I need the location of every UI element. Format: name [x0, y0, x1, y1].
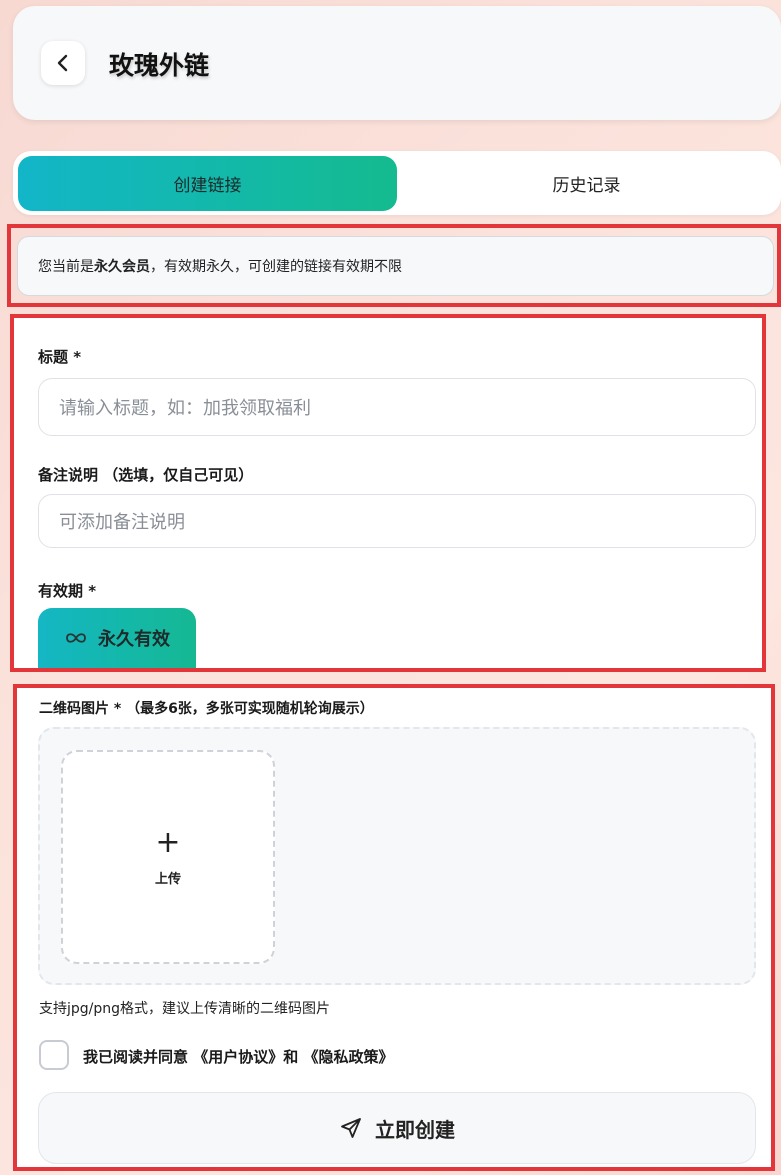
tab-bar: 创建链接 历史记录 [13, 151, 781, 215]
tab-create-link[interactable]: 创建链接 [18, 156, 397, 211]
validity-option-label: 永久有效 [98, 629, 170, 650]
note-label: 备注说明 （选填，仅自己可见） [38, 466, 254, 484]
send-icon [341, 1118, 361, 1138]
plus-icon: + [155, 824, 181, 860]
note-input[interactable]: 可添加备注说明 [38, 494, 756, 548]
membership-badge: 永久会员 [94, 259, 150, 275]
agree-text[interactable]: 我已阅读并同意 《用户协议》和 《隐私政策》 [83, 1046, 393, 1067]
notice-suffix: ，有效期永久，可创建的链接有效期不限 [150, 259, 402, 275]
validity-permanent-button[interactable]: 永久有效 [38, 608, 196, 668]
back-button[interactable] [41, 41, 85, 85]
upload-hint: 支持jpg/png格式，建议上传清晰的二维码图片 [39, 1001, 331, 1017]
upload-area: + 上传 [38, 727, 756, 985]
tab-history[interactable]: 历史记录 [397, 156, 776, 211]
notice-prefix: 您当前是 [38, 259, 94, 275]
title-label: 标题 * [38, 348, 82, 366]
title-input[interactable]: 请输入标题，如：加我领取福利 [38, 378, 756, 436]
validity-label: 有效期 * [38, 582, 97, 600]
header-card: 玫瑰外链 [13, 6, 781, 120]
agree-checkbox[interactable] [39, 1040, 69, 1070]
membership-notice: 您当前是 永久会员 ，有效期永久，可创建的链接有效期不限 [17, 236, 774, 296]
qr-label: 二维码图片 * （最多6张，多张可实现随机轮询展示） [39, 701, 374, 717]
link-form: 标题 * 请输入标题，如：加我领取福利 备注说明 （选填，仅自己可见） 可添加备… [10, 314, 766, 672]
chevron-left-icon [57, 54, 68, 72]
page-title: 玫瑰外链 [109, 51, 210, 80]
notice-highlight: 您当前是 永久会员 ，有效期永久，可创建的链接有效期不限 [7, 224, 781, 307]
qr-section: 二维码图片 * （最多6张，多张可实现随机轮询展示） + 上传 支持jpg/pn… [13, 684, 775, 1171]
upload-button[interactable]: + 上传 [61, 750, 275, 964]
create-button[interactable]: 立即创建 [38, 1092, 756, 1164]
upload-label: 上传 [154, 871, 181, 887]
infinity-icon [66, 633, 86, 643]
create-button-label: 立即创建 [375, 1117, 455, 1142]
